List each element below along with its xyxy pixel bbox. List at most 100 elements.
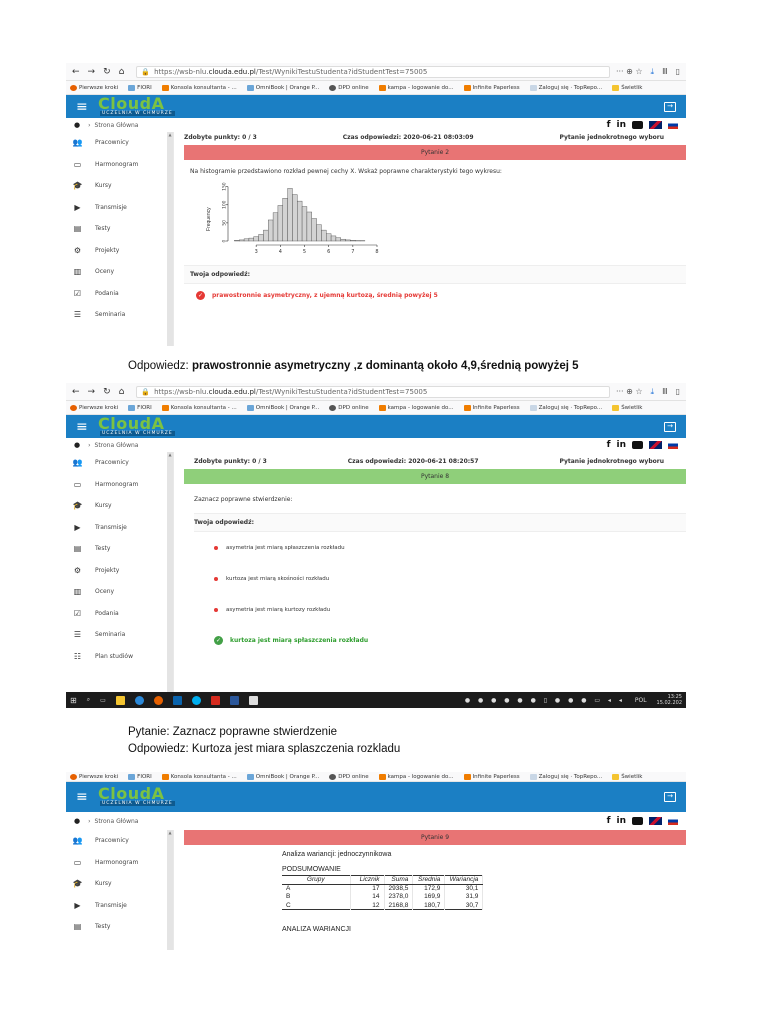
bookmark-item[interactable]: kampa - logowanie do... bbox=[378, 84, 454, 91]
sidebar-item-harmonogram[interactable]: ▭ Harmonogram bbox=[66, 474, 173, 496]
bookmark-item[interactable]: DPD online bbox=[329, 773, 369, 780]
clouda-logo[interactable]: CloudA UCZELNIA W CHMURZE bbox=[98, 786, 178, 808]
bookmark-item[interactable]: Konsola konsultanta - ... bbox=[161, 84, 237, 91]
sidebar-item-pracownicy[interactable]: 👥 Pracownicy bbox=[66, 452, 173, 474]
sidebar-item-transmisje[interactable]: ▶ Transmisje bbox=[66, 517, 173, 539]
sidebar-scrollbar[interactable] bbox=[167, 830, 173, 950]
breadcrumb-home[interactable]: Strona Główna bbox=[95, 122, 139, 129]
menu-icon[interactable]: ≡ bbox=[76, 789, 98, 805]
edge-icon[interactable] bbox=[134, 695, 144, 705]
russian-flag-icon[interactable] bbox=[668, 441, 678, 449]
russian-flag-icon[interactable] bbox=[668, 121, 678, 129]
bookmark-item[interactable]: Zaloguj się · TopRepo... bbox=[529, 84, 602, 91]
page-actions-menu[interactable]: ··· ⊕ ☆ bbox=[616, 387, 643, 397]
youtube-icon[interactable] bbox=[632, 817, 643, 825]
clouda-logo[interactable]: CloudA UCZELNIA W CHMURZE bbox=[98, 95, 178, 118]
english-flag-icon[interactable] bbox=[649, 817, 662, 825]
sidebar-item-pracownicy[interactable]: 👥 Pracownicy bbox=[66, 830, 173, 852]
youtube-icon[interactable] bbox=[632, 121, 643, 129]
sidebar-item-transmisje[interactable]: ▶ Transmisje bbox=[66, 895, 173, 917]
forward-icon[interactable]: → bbox=[88, 67, 96, 77]
breadcrumb-home[interactable]: Strona Główna bbox=[95, 818, 139, 825]
tray-icons[interactable]: ● ● ● ● ● ● ▯ ● ● ● ▭ ◂ ◂ bbox=[465, 697, 625, 704]
acrobat-icon[interactable] bbox=[210, 695, 220, 705]
breadcrumb-home[interactable]: Strona Główna bbox=[95, 442, 139, 449]
bookmark-item[interactable]: Infinite Paperless bbox=[463, 773, 520, 780]
photos-icon[interactable] bbox=[248, 695, 258, 705]
bookmark-item[interactable]: Pierwsze kroki bbox=[70, 404, 118, 411]
bookmark-item[interactable]: Zaloguj się · TopRepo... bbox=[529, 404, 602, 411]
bookmark-item[interactable]: OmniBook | Orange P... bbox=[246, 404, 319, 411]
home-icon[interactable]: ⌂ bbox=[119, 67, 125, 77]
bookmark-item[interactable]: Świetlik bbox=[612, 773, 643, 780]
task-view-icon[interactable]: ▭ bbox=[100, 697, 106, 704]
download-icon[interactable]: ⤓ bbox=[651, 387, 655, 397]
bookmark-item[interactable]: Konsola konsultanta - ... bbox=[161, 404, 237, 411]
bookmark-item[interactable]: Konsola konsultanta - ... bbox=[161, 773, 237, 780]
facebook-icon[interactable]: f bbox=[607, 120, 611, 130]
back-icon[interactable]: ← bbox=[72, 67, 80, 77]
clouda-logo[interactable]: CloudA UCZELNIA W CHMURZE bbox=[98, 415, 178, 438]
outlook-icon[interactable] bbox=[172, 695, 182, 705]
bookmark-item[interactable]: Infinite Paperless bbox=[463, 404, 520, 411]
menu-icon[interactable]: ≡ bbox=[76, 419, 98, 435]
bookmark-item[interactable]: Zaloguj się · TopRepo... bbox=[529, 773, 602, 780]
library-icon[interactable]: Ⅲ bbox=[662, 387, 668, 397]
forward-icon[interactable]: → bbox=[88, 387, 96, 397]
russian-flag-icon[interactable] bbox=[668, 817, 678, 825]
bookmark-item[interactable]: FIORI bbox=[128, 773, 152, 780]
sidebar-item-testy[interactable]: ▤ Testy bbox=[66, 218, 173, 240]
home-icon[interactable]: ⌂ bbox=[119, 387, 125, 397]
logout-icon[interactable]: → bbox=[664, 792, 676, 802]
english-flag-icon[interactable] bbox=[649, 121, 662, 129]
sidebar-item-podania[interactable]: ☑ Podania bbox=[66, 283, 173, 305]
logout-icon[interactable]: → bbox=[664, 421, 676, 432]
sidebar-scrollbar[interactable] bbox=[167, 452, 173, 692]
logout-icon[interactable]: → bbox=[664, 101, 676, 112]
sidebar-item-oceny[interactable]: ▥ Oceny bbox=[66, 261, 173, 283]
taskbar-clock[interactable]: 13:25 15.02.202 bbox=[657, 694, 682, 706]
bookmark-item[interactable]: Pierwsze kroki bbox=[70, 84, 118, 91]
sidebar-item-transmisje[interactable]: ▶ Transmisje bbox=[66, 197, 173, 219]
address-bar[interactable]: 🔒 https://wsb-nlu.clouda.edu.pl/Test/Wyn… bbox=[136, 65, 610, 78]
windows-start-icon[interactable]: ⊞ bbox=[70, 696, 77, 705]
bookmark-item[interactable]: kampa - logowanie do... bbox=[378, 404, 454, 411]
bookmark-item[interactable]: OmniBook | Orange P... bbox=[246, 773, 319, 780]
word-icon[interactable] bbox=[229, 695, 239, 705]
sidebar-item-harmonogram[interactable]: ▭ Harmonogram bbox=[66, 852, 173, 874]
linkedin-icon[interactable]: in bbox=[617, 816, 627, 826]
sidebar-item-kursy[interactable]: 🎓 Kursy bbox=[66, 873, 173, 895]
sidebar-item-projekty[interactable]: ⚙ Projekty bbox=[66, 240, 173, 262]
address-bar[interactable]: 🔒 https://wsb-nlu.clouda.edu.pl/Test/Wyn… bbox=[136, 385, 610, 398]
youtube-icon[interactable] bbox=[632, 441, 643, 449]
sidebar-item-kursy[interactable]: 🎓 Kursy bbox=[66, 495, 173, 517]
sidebar-item-testy[interactable]: ▤ Testy bbox=[66, 538, 173, 560]
bookmark-item[interactable]: Pierwsze kroki bbox=[70, 773, 118, 780]
sidebar-item-projekty[interactable]: ⚙ Projekty bbox=[66, 560, 173, 582]
download-icon[interactable]: ⤓ bbox=[651, 67, 655, 77]
sidebar-item-seminaria[interactable]: ☰ Seminaria bbox=[66, 304, 173, 326]
bookmark-item[interactable]: FIORI bbox=[128, 84, 152, 91]
sidebar-item-pracownicy[interactable]: 👥 Pracownicy bbox=[66, 132, 173, 154]
reload-icon[interactable]: ↻ bbox=[103, 67, 111, 77]
bookmark-item[interactable]: OmniBook | Orange P... bbox=[246, 84, 319, 91]
english-flag-icon[interactable] bbox=[649, 441, 662, 449]
sidebar-icon[interactable]: ▯ bbox=[676, 67, 680, 77]
linkedin-icon[interactable]: in bbox=[617, 120, 627, 130]
sidebar-item-planstudiw[interactable]: ☷ Plan studiów bbox=[66, 646, 173, 668]
bookmark-item[interactable]: DPD online bbox=[329, 84, 369, 91]
firefox-icon[interactable] bbox=[153, 695, 163, 705]
sidebar-item-seminaria[interactable]: ☰ Seminaria bbox=[66, 624, 173, 646]
sidebar-item-testy[interactable]: ▤ Testy bbox=[66, 916, 173, 938]
menu-icon[interactable]: ≡ bbox=[76, 99, 98, 115]
bookmark-item[interactable]: FIORI bbox=[128, 404, 152, 411]
bookmark-item[interactable]: DPD online bbox=[329, 404, 369, 411]
linkedin-icon[interactable]: in bbox=[617, 440, 627, 450]
reload-icon[interactable]: ↻ bbox=[103, 387, 111, 397]
sidebar-item-podania[interactable]: ☑ Podania bbox=[66, 603, 173, 625]
sidebar-item-kursy[interactable]: 🎓 Kursy bbox=[66, 175, 173, 197]
keyboard-language[interactable]: POL bbox=[635, 697, 647, 704]
bookmark-item[interactable]: Świetlik bbox=[612, 84, 643, 91]
sidebar-item-oceny[interactable]: ▥ Oceny bbox=[66, 581, 173, 603]
bookmark-item[interactable]: Infinite Paperless bbox=[463, 84, 520, 91]
